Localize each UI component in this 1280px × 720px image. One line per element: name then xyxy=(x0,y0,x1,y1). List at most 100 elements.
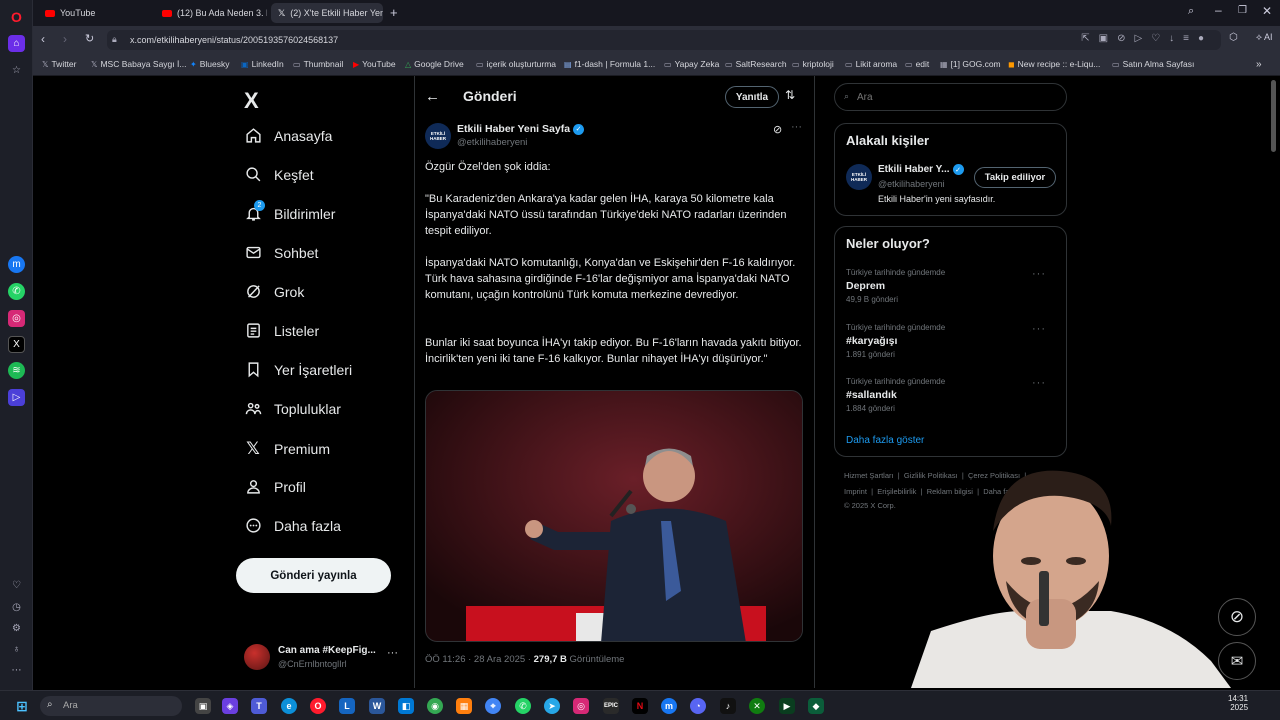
show-more-link[interactable]: Daha fazla göster xyxy=(846,435,924,446)
filter-icon[interactable]: ⇅ xyxy=(785,88,795,102)
nav-chat[interactable]: Sohbet xyxy=(243,244,318,261)
instagram-icon[interactable]: ◎ xyxy=(8,310,25,327)
tab-youtube[interactable]: YouTube xyxy=(38,3,153,23)
search-input[interactable] xyxy=(857,89,1057,105)
trend-more-icon[interactable]: ··· xyxy=(1032,268,1046,280)
system-clock[interactable]: 14:31 2025 xyxy=(1228,694,1248,712)
aria-icon[interactable]: ▷ xyxy=(8,389,25,406)
app-icon[interactable]: ◆ xyxy=(808,698,824,714)
telegram-icon[interactable]: ➤ xyxy=(544,698,560,714)
search-tabs-icon[interactable]: ⌕ xyxy=(1188,5,1194,18)
bookmark-bluesky[interactable]: ✦ Bluesky xyxy=(190,59,229,69)
discord-icon[interactable]: ◔ xyxy=(690,698,706,714)
post-button[interactable]: Gönderi yayınla xyxy=(236,558,391,593)
nav-more[interactable]: Daha fazla xyxy=(243,517,341,534)
nav-grok[interactable]: Grok xyxy=(243,283,304,300)
back-icon[interactable]: ‹ xyxy=(41,32,45,46)
author-handle[interactable]: @etkilihaberyeni xyxy=(457,137,527,148)
word-icon[interactable]: W xyxy=(369,698,385,714)
lightbulb-icon[interactable]: ♁ xyxy=(8,641,25,658)
reload-icon[interactable]: ↻ xyxy=(85,32,94,45)
tiktok-icon[interactable]: ♪ xyxy=(720,698,736,714)
nav-explore[interactable]: Keşfet xyxy=(243,166,314,183)
bookmark-recipe[interactable]: ◼ New recipe :: e-Liqu... xyxy=(1008,59,1100,69)
related-name-row[interactable]: Etkili Haber Y... ✓ xyxy=(878,164,964,175)
windows-start-icon[interactable]: ⊞ xyxy=(14,698,30,714)
opera-logo-icon[interactable]: O xyxy=(8,8,25,25)
more-icon[interactable]: ⋯ xyxy=(8,662,25,679)
bookmark-msc[interactable]: 𝕏 MSC Babaya Saygı İ... xyxy=(91,59,186,69)
task-view-icon[interactable]: ▣ xyxy=(195,698,211,714)
author-name-row[interactable]: Etkili Haber Yeni Sayfa ✓ xyxy=(457,123,585,135)
bookmark-linkedin[interactable]: ▣ LinkedIn xyxy=(241,59,284,69)
trend-more-icon[interactable]: ··· xyxy=(1032,323,1046,335)
whatsapp-icon[interactable]: ✆ xyxy=(8,283,25,300)
history-icon[interactable]: ◷ xyxy=(8,599,25,616)
bookmark-edit[interactable]: ▭ edit xyxy=(905,59,929,69)
epic-games-icon[interactable]: EPIC xyxy=(603,698,619,714)
heart-icon[interactable]: ♡ xyxy=(8,577,25,594)
trend-item[interactable]: Türkiye tarihinde gündemde #sallandık 1.… xyxy=(846,377,1056,413)
bookmark-thumbnail[interactable]: ▭ Thumbnail xyxy=(293,59,343,69)
maps-icon[interactable]: ⌖ xyxy=(485,698,501,714)
messenger-icon[interactable]: m xyxy=(661,698,677,714)
ai-button[interactable]: ⟡ AI xyxy=(1256,32,1272,43)
chrome-icon[interactable]: ◉ xyxy=(427,698,443,714)
bookmark-gog[interactable]: ▦ [1] GOG.com xyxy=(940,59,1001,69)
bookmark-google-drive[interactable]: △ Google Drive xyxy=(405,59,464,69)
back-arrow-icon[interactable]: ← xyxy=(425,88,440,105)
nav-lists[interactable]: Listeler xyxy=(243,322,319,339)
x-logo[interactable]: X xyxy=(244,88,259,114)
related-avatar[interactable]: ETKİLİ HABER xyxy=(846,164,872,190)
footer-link[interactable]: Hizmet Şartları xyxy=(844,471,894,480)
new-tab-icon[interactable]: + xyxy=(390,5,398,20)
tab-x-post[interactable]: 𝕏 (2) X'te Etkili Haber Yeni S xyxy=(271,3,383,23)
bookmark-twitter[interactable]: 𝕏 Twitter xyxy=(42,59,76,69)
author-avatar[interactable]: ETKİLİ HABER xyxy=(425,123,451,149)
close-window-icon[interactable]: ✕ xyxy=(1262,4,1272,18)
maximize-icon[interactable]: ❐ xyxy=(1238,5,1247,16)
teams-icon[interactable]: T xyxy=(251,698,267,714)
nav-notifications[interactable]: 2 Bildirimler xyxy=(243,200,335,222)
nav-communities[interactable]: Topluluklar xyxy=(243,400,341,417)
messenger-icon[interactable]: m xyxy=(8,256,25,273)
bookmark-kriptoloji[interactable]: ▭ kriptoloji xyxy=(792,59,834,69)
whatsapp-icon[interactable]: ✆ xyxy=(515,698,531,714)
bookmark-youtube[interactable]: ▶ YouTube xyxy=(353,59,396,69)
bookmark-satin-alma[interactable]: ▭ Satın Alma Sayfası xyxy=(1112,59,1194,69)
search-box[interactable]: ⌕ xyxy=(834,83,1067,111)
nav-profile[interactable]: Profil xyxy=(243,478,306,495)
settings-icon[interactable]: ⚙ xyxy=(8,620,25,637)
forward-icon[interactable]: › xyxy=(63,32,67,46)
account-more-icon[interactable]: ··· xyxy=(387,647,398,659)
bookmark-content[interactable]: ▭ içerik oluşturturma xyxy=(476,59,556,69)
minimize-icon[interactable]: – xyxy=(1215,3,1222,17)
app-l-icon[interactable]: L xyxy=(339,698,355,714)
tweet-more-icon[interactable]: ··· xyxy=(791,121,802,133)
home-icon[interactable]: ⌂ xyxy=(8,35,25,52)
edge-icon[interactable]: e xyxy=(281,698,297,714)
reply-button[interactable]: Yanıtla xyxy=(725,86,779,108)
app-icon[interactable]: ◧ xyxy=(398,698,414,714)
footer-link[interactable]: Imprint xyxy=(844,487,867,496)
netflix-icon[interactable]: N xyxy=(632,698,648,714)
trend-item[interactable]: Türkiye tarihinde gündemde #karyağışı 1.… xyxy=(846,323,1056,359)
bookmarks-overflow-icon[interactable]: » xyxy=(1256,59,1262,70)
account-switcher[interactable]: Can ama #KeepFig... @CnErnlbntoglIrl ··· xyxy=(244,644,404,672)
bookmark-yapay-zeka[interactable]: ▭ Yapay Zeka xyxy=(664,59,719,69)
xbox-icon[interactable]: ✕ xyxy=(749,698,765,714)
trend-more-icon[interactable]: ··· xyxy=(1032,377,1046,389)
tweet-image[interactable] xyxy=(425,390,803,642)
bookmark-f1-dash[interactable]: ▤ f1-dash | Formula 1... xyxy=(564,59,655,69)
star-icon[interactable]: ☆ xyxy=(8,62,25,79)
opera-icon[interactable]: O xyxy=(310,698,326,714)
following-button[interactable]: Takip ediliyor xyxy=(974,167,1056,188)
instagram-icon[interactable]: ◎ xyxy=(573,698,589,714)
tab-youtube-video[interactable]: (12) Bu Ada Neden 3. Dün xyxy=(155,3,267,23)
trend-item[interactable]: Türkiye tarihinde gündemde Deprem 49,9 B… xyxy=(846,268,1056,304)
app-arrow-icon[interactable]: ▶ xyxy=(779,698,795,714)
x-app-icon[interactable]: X xyxy=(8,336,25,353)
nav-home[interactable]: Anasayfa xyxy=(243,127,332,144)
address-actions-icons[interactable]: ⇱▣⊘▷♡↓≡● xyxy=(1081,33,1213,44)
nav-bookmarks[interactable]: Yer İşaretleri xyxy=(243,361,352,378)
